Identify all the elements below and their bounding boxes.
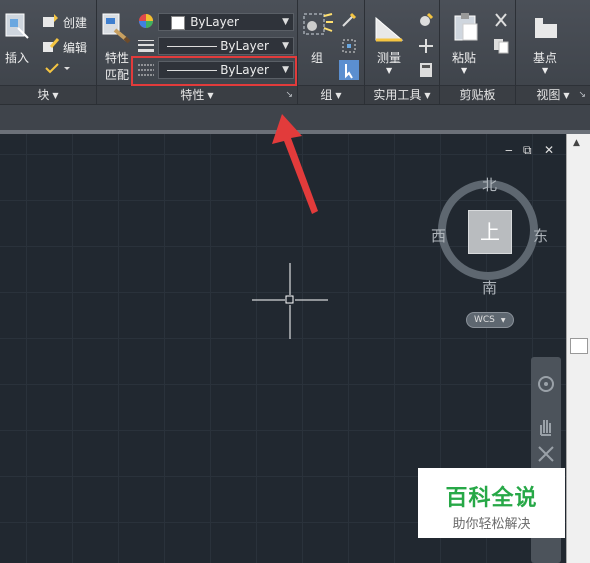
compass-west[interactable]: 西 (431, 225, 446, 246)
compass-east[interactable]: 东 (533, 225, 548, 246)
group-icon[interactable] (302, 12, 334, 42)
basepoint-icon[interactable] (533, 16, 559, 40)
block-attributes-icon[interactable] (44, 62, 72, 76)
block-panel-title[interactable]: 块 ▼ (0, 85, 96, 104)
chevron-down-icon: ▼ (52, 91, 59, 100)
insert-block-icon[interactable] (4, 10, 30, 42)
chevron-down-icon: ▼ (500, 317, 506, 324)
group-edit-icon[interactable] (341, 38, 357, 54)
chevron-down-icon: ▼ (282, 41, 289, 51)
color-combo[interactable]: ByLayer ▼ (158, 13, 294, 31)
vertical-scrollbar[interactable]: ▲ (566, 134, 590, 563)
group-label[interactable]: 组 (311, 49, 323, 66)
panel-launcher-icon[interactable]: ↘ (285, 86, 293, 104)
watermark-badge: 百科全说 助你轻松解决 (418, 468, 565, 538)
edit-label[interactable]: 编辑 (63, 39, 87, 56)
copy-icon[interactable] (493, 38, 509, 54)
match-properties-icon[interactable] (101, 12, 131, 44)
ungroup-icon[interactable] (341, 12, 357, 28)
zoom-icon[interactable] (537, 445, 555, 463)
edit-block-icon[interactable] (42, 37, 60, 53)
lineweight-combo[interactable]: ByLayer ▼ (158, 37, 294, 55)
compass-south[interactable]: 南 (482, 277, 497, 298)
basepoint-label[interactable]: 基点 (533, 49, 557, 66)
view-panel-title[interactable]: 视图 ▼ ↘ (516, 85, 590, 104)
chevron-down-icon[interactable]: ▼ (386, 66, 392, 75)
lineweight-value: ByLayer (220, 39, 269, 53)
line-sample (167, 46, 217, 47)
insert-label[interactable]: 插入 (5, 49, 29, 66)
cut-icon[interactable] (493, 12, 509, 28)
color-wheel-icon (139, 14, 153, 28)
color-swatch (171, 16, 185, 30)
close-button[interactable]: ✕ (544, 143, 554, 157)
watermark-subtitle: 助你轻松解决 (452, 517, 531, 532)
id-point-icon[interactable] (418, 38, 434, 54)
minimize-button[interactable]: ‒ (505, 143, 513, 157)
scroll-up-icon[interactable]: ▲ (573, 138, 580, 148)
viewcube-top-face[interactable]: 上 (468, 210, 512, 254)
chevron-down-icon: ▼ (424, 91, 431, 100)
measure-icon[interactable] (374, 14, 404, 42)
linetype-highlight-box (131, 56, 297, 86)
match-properties-label-1[interactable]: 特性 (105, 49, 129, 66)
quick-select-icon[interactable] (418, 12, 434, 28)
block-panel: 插入 创建 编辑 块 ▼ (0, 0, 97, 104)
chevron-down-icon: ▼ (335, 91, 342, 100)
wcs-menu[interactable]: WCS ▼ (466, 312, 514, 328)
calculator-icon[interactable] (419, 62, 433, 78)
paste-label[interactable]: 粘贴 (452, 49, 476, 66)
chevron-down-icon: ▼ (207, 91, 214, 100)
watermark-title: 百科全说 (445, 486, 538, 511)
scrollbar-thumb[interactable] (570, 338, 588, 354)
steering-wheel-icon[interactable] (537, 375, 555, 393)
group-panel-title[interactable]: 组 ▼ (298, 85, 364, 104)
pan-hand-icon[interactable] (536, 417, 556, 437)
paste-icon[interactable] (453, 12, 479, 42)
chevron-down-icon[interactable]: ▼ (542, 66, 548, 75)
compass-north[interactable]: 北 (482, 174, 497, 195)
chevron-down-icon: ▼ (282, 17, 289, 27)
create-block-icon[interactable] (42, 12, 60, 28)
clipboard-panel-title: 剪贴板 (440, 85, 515, 104)
crosshair-cursor-icon (252, 263, 328, 339)
restore-button[interactable]: ⧉ (523, 143, 532, 158)
measure-label[interactable]: 测量 (377, 49, 401, 66)
annotation-arrow-icon (272, 114, 318, 214)
utilities-panel-title[interactable]: 实用工具 ▼ (365, 85, 439, 104)
lineweight-icon (138, 40, 154, 52)
chevron-down-icon: ▼ (563, 91, 570, 100)
panel-launcher-icon[interactable]: ↘ (578, 86, 586, 104)
group-selection-icon[interactable] (339, 60, 359, 80)
create-label[interactable]: 创建 (63, 14, 87, 31)
match-properties-label-2[interactable]: 匹配 (105, 66, 129, 83)
chevron-down-icon[interactable]: ▼ (461, 66, 467, 75)
properties-panel-title[interactable]: 特性 ▼ ↘ (97, 85, 297, 104)
ribbon: 插入 创建 编辑 块 ▼ 特性 ▼ ↘ 特性 匹配 ByLayer ▼ ByLa… (0, 0, 590, 105)
color-value: ByLayer (190, 15, 239, 29)
